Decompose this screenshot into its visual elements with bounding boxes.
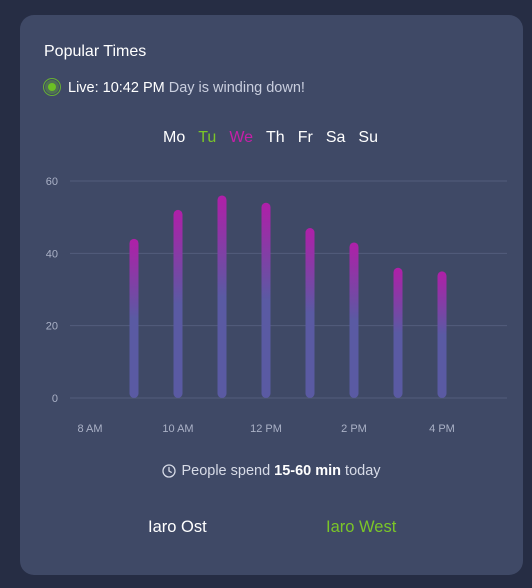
day-tab-mo[interactable]: Mo bbox=[163, 129, 185, 147]
bar-1-pm[interactable] bbox=[305, 228, 315, 398]
bar-11-am[interactable] bbox=[217, 195, 227, 398]
x-tick-label: 4 PM bbox=[429, 423, 455, 435]
day-tab-tu[interactable]: Tu bbox=[198, 129, 216, 147]
card-title: Popular Times bbox=[44, 43, 147, 60]
day-tab-we[interactable]: We bbox=[229, 129, 253, 147]
live-indicator-icon bbox=[42, 77, 64, 99]
live-label: Live: bbox=[68, 80, 99, 96]
popular-times-card: Popular Times Live: 10:42 PM Day is wind… bbox=[20, 15, 523, 575]
clock-icon bbox=[162, 464, 177, 478]
y-tick-label: 60 bbox=[46, 176, 58, 188]
bar-2-pm[interactable] bbox=[349, 242, 359, 398]
location-tab-iaro-west[interactable]: Iaro West bbox=[326, 518, 396, 537]
x-tick-label: 12 PM bbox=[250, 423, 282, 435]
popular-times-chart: 0 20 40 60 8 AM 10 AM 12 PM 2 PM 4 PM bbox=[46, 176, 507, 435]
y-tick-label: 20 bbox=[46, 321, 58, 333]
day-tab-th[interactable]: Th bbox=[266, 129, 285, 147]
bar-10-am[interactable] bbox=[173, 209, 183, 398]
y-tick-label: 40 bbox=[46, 248, 58, 260]
bar-3-pm[interactable] bbox=[393, 267, 403, 398]
day-tabs: Mo Tu We Th Fr Sa Su bbox=[163, 129, 391, 147]
x-tick-label: 8 AM bbox=[77, 423, 102, 435]
day-tab-sa[interactable]: Sa bbox=[326, 129, 346, 147]
bar-12-pm[interactable] bbox=[261, 202, 271, 398]
duration-suffix: today bbox=[345, 463, 381, 479]
x-tick-label: 10 AM bbox=[162, 423, 193, 435]
visit-duration-note: People spend 15-60 min today bbox=[20, 463, 523, 479]
day-tab-fr[interactable]: Fr bbox=[298, 129, 313, 147]
x-tick-label: 2 PM bbox=[341, 423, 367, 435]
duration-value: 15-60 min bbox=[274, 463, 342, 479]
duration-prefix: People spend bbox=[181, 463, 271, 479]
live-time: 10:42 PM bbox=[102, 80, 165, 96]
live-status: Live: 10:42 PM Day is winding down! bbox=[42, 77, 305, 99]
y-tick-label: 0 bbox=[52, 393, 58, 405]
day-tab-su[interactable]: Su bbox=[358, 129, 378, 147]
bar-9-am[interactable] bbox=[129, 238, 139, 398]
live-message: Day is winding down! bbox=[168, 80, 305, 96]
bar-4-pm[interactable] bbox=[437, 271, 447, 398]
location-tab-iaro-ost[interactable]: Iaro Ost bbox=[148, 518, 207, 537]
